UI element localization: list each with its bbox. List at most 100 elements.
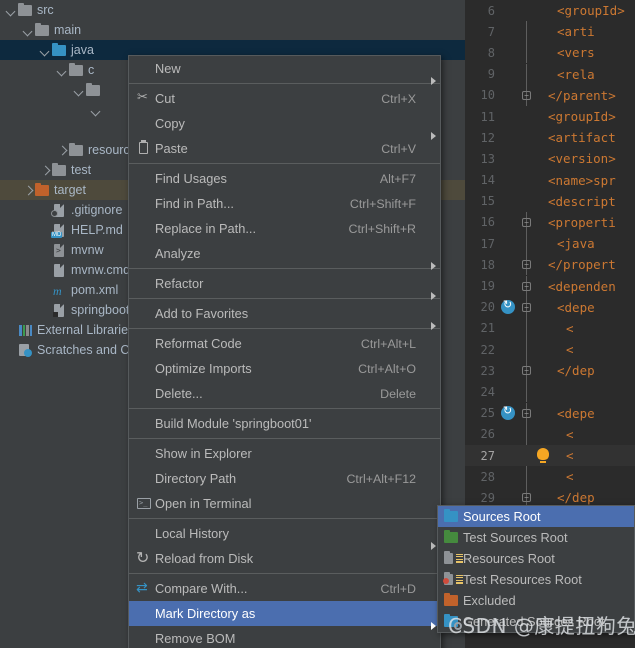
gutter-icon[interactable] [499, 127, 519, 148]
menu-item-add-to-favorites[interactable]: Add to Favorites [129, 301, 440, 330]
tree-expand-arrow-down-icon[interactable] [91, 105, 102, 116]
fold-gutter[interactable] [519, 381, 535, 403]
fold-gutter[interactable] [519, 42, 535, 64]
tree-expand-arrow-down-icon[interactable] [74, 85, 85, 96]
menu-item-reload-from-disk[interactable]: Reload from Disk [129, 546, 440, 571]
menu-item-build-module-springboot01[interactable]: Build Module 'springboot01' [129, 411, 440, 436]
fold-gutter[interactable]: − [519, 84, 535, 106]
fold-gutter[interactable] [519, 423, 535, 445]
gutter-icon[interactable] [499, 424, 519, 445]
fold-gutter[interactable]: − [519, 254, 535, 276]
fold-gutter[interactable] [519, 317, 535, 339]
tree-expand-arrow-right-icon[interactable] [40, 165, 51, 176]
gutter-icon[interactable] [499, 445, 519, 466]
fold-gutter[interactable]: − [519, 296, 535, 318]
code-line: 18 − </propert [465, 254, 635, 276]
fold-gutter[interactable] [519, 233, 535, 255]
gutter-icon[interactable] [499, 106, 519, 127]
submenu-item-test-resources-root[interactable]: Test Resources Root [438, 569, 634, 590]
menu-item-show-in-explorer[interactable]: Show in Explorer [129, 441, 440, 466]
mark-directory-as-submenu[interactable]: Sources Root Test Sources Root Resources R… [437, 505, 635, 633]
line-number: 28 [480, 469, 495, 484]
menu-item-local-history[interactable]: Local History [129, 521, 440, 550]
menu-item-find-in-path[interactable]: Find in Path... Ctrl+Shift+F [129, 191, 440, 216]
menu-item-label: Refactor [155, 276, 204, 291]
fold-gutter[interactable] [519, 106, 535, 127]
tree-row[interactable]: main [0, 20, 465, 40]
menu-item-analyze[interactable]: Analyze [129, 241, 440, 270]
menu-item-paste[interactable]: Paste Ctrl+V [129, 136, 440, 161]
submenu-item-excluded[interactable]: Excluded [438, 590, 634, 611]
fold-gutter[interactable] [519, 63, 535, 85]
fold-gutter[interactable] [519, 466, 535, 488]
run-gutter-icon[interactable] [501, 404, 515, 420]
menu-item-cut[interactable]: Cut Ctrl+X [129, 86, 440, 111]
submenu-item-resources-root[interactable]: Resources Root [438, 548, 634, 569]
tree-expand-arrow-down-icon[interactable] [57, 65, 68, 76]
menu-item-remove-bom[interactable]: Remove BOM [129, 626, 440, 648]
fold-gutter[interactable] [519, 148, 535, 169]
fold-gutter[interactable] [519, 191, 535, 212]
submenu-item-sources-root[interactable]: Sources Root [438, 506, 634, 527]
menu-item-open-in-terminal[interactable]: >_ Open in Terminal [129, 491, 440, 516]
menu-item-shortcut: Ctrl+V [381, 141, 416, 156]
tree-expand-arrow-right-icon[interactable] [57, 145, 68, 156]
gutter-icon[interactable] [499, 0, 519, 21]
tree-expand-arrow-down-icon[interactable] [23, 25, 34, 36]
gutter-icon[interactable] [499, 297, 519, 318]
fold-gutter[interactable] [519, 127, 535, 148]
gutter-icon[interactable] [499, 170, 519, 191]
code-line: 13 <version> [465, 148, 635, 169]
gutter-icon[interactable] [499, 233, 519, 254]
gutter-icon[interactable] [499, 276, 519, 297]
menu-item-replace-in-path[interactable]: Replace in Path... Ctrl+Shift+R [129, 216, 440, 241]
gutter-icon[interactable] [499, 360, 519, 381]
gutter-icon[interactable] [499, 381, 519, 402]
menu-item-compare-with[interactable]: Compare With... Ctrl+D [129, 576, 440, 601]
fold-gutter[interactable] [519, 21, 535, 43]
intention-bulb-icon[interactable] [537, 448, 549, 464]
submenu-item-test-sources-root[interactable]: Test Sources Root [438, 527, 634, 548]
menu-item-mark-directory-as[interactable]: Mark Directory as [129, 601, 440, 630]
menu-item-new[interactable]: New [129, 56, 440, 85]
menu-item-find-usages[interactable]: Find Usages Alt+F7 [129, 166, 440, 191]
menu-item-reformat-code[interactable]: Reformat Code Ctrl+Alt+L [129, 331, 440, 356]
menu-item-label: New [155, 61, 181, 76]
menu-item-delete[interactable]: Delete... Delete [129, 381, 440, 406]
tree-expand-arrow-down-icon[interactable] [6, 5, 17, 16]
gutter-icon[interactable] [499, 42, 519, 63]
gutter-icon[interactable] [499, 318, 519, 339]
tree-row[interactable]: src [0, 0, 465, 20]
gutter-icon[interactable] [499, 403, 519, 424]
gutter-icon[interactable] [499, 21, 519, 42]
gutter-icon[interactable] [499, 254, 519, 275]
gutter-icon[interactable] [499, 85, 519, 106]
menu-item-optimize-imports[interactable]: Optimize Imports Ctrl+Alt+O [129, 356, 440, 381]
menu-item-directory-path[interactable]: Directory Path Ctrl+Alt+F12 [129, 466, 440, 491]
code-text: <name>spr [548, 172, 616, 188]
submenu-item-generated-sources-root[interactable]: Generated Sources Root [438, 611, 634, 632]
tree-expand-arrow-right-icon[interactable] [23, 185, 34, 196]
fold-gutter[interactable]: − [519, 211, 535, 233]
gutter-icon[interactable] [499, 148, 519, 169]
fold-gutter[interactable]: − [519, 275, 535, 297]
gutter-icon[interactable] [499, 64, 519, 85]
fold-gutter[interactable] [519, 170, 535, 191]
submenu-item-label: Sources Root [463, 509, 541, 524]
fold-gutter[interactable] [519, 339, 535, 361]
fold-gutter[interactable]: − [519, 402, 535, 424]
gutter-icon[interactable] [499, 339, 519, 360]
menu-item-copy[interactable]: Copy [129, 111, 440, 140]
run-gutter-icon[interactable] [501, 298, 515, 314]
tree-expand-arrow-down-icon[interactable] [40, 45, 51, 56]
gutter-icon[interactable] [499, 212, 519, 233]
gutter-icon[interactable] [499, 191, 519, 212]
fold-gutter[interactable] [519, 0, 535, 21]
gutter-icon[interactable] [499, 466, 519, 487]
submenu-item-label: Generated Sources Root [463, 614, 605, 629]
context-menu[interactable]: New Cut Ctrl+X Copy Paste Ctrl+V Find Usages Al… [128, 55, 441, 648]
menu-item-refactor[interactable]: Refactor [129, 271, 440, 300]
fold-gutter[interactable] [519, 445, 549, 466]
fold-gutter[interactable]: − [519, 360, 535, 382]
